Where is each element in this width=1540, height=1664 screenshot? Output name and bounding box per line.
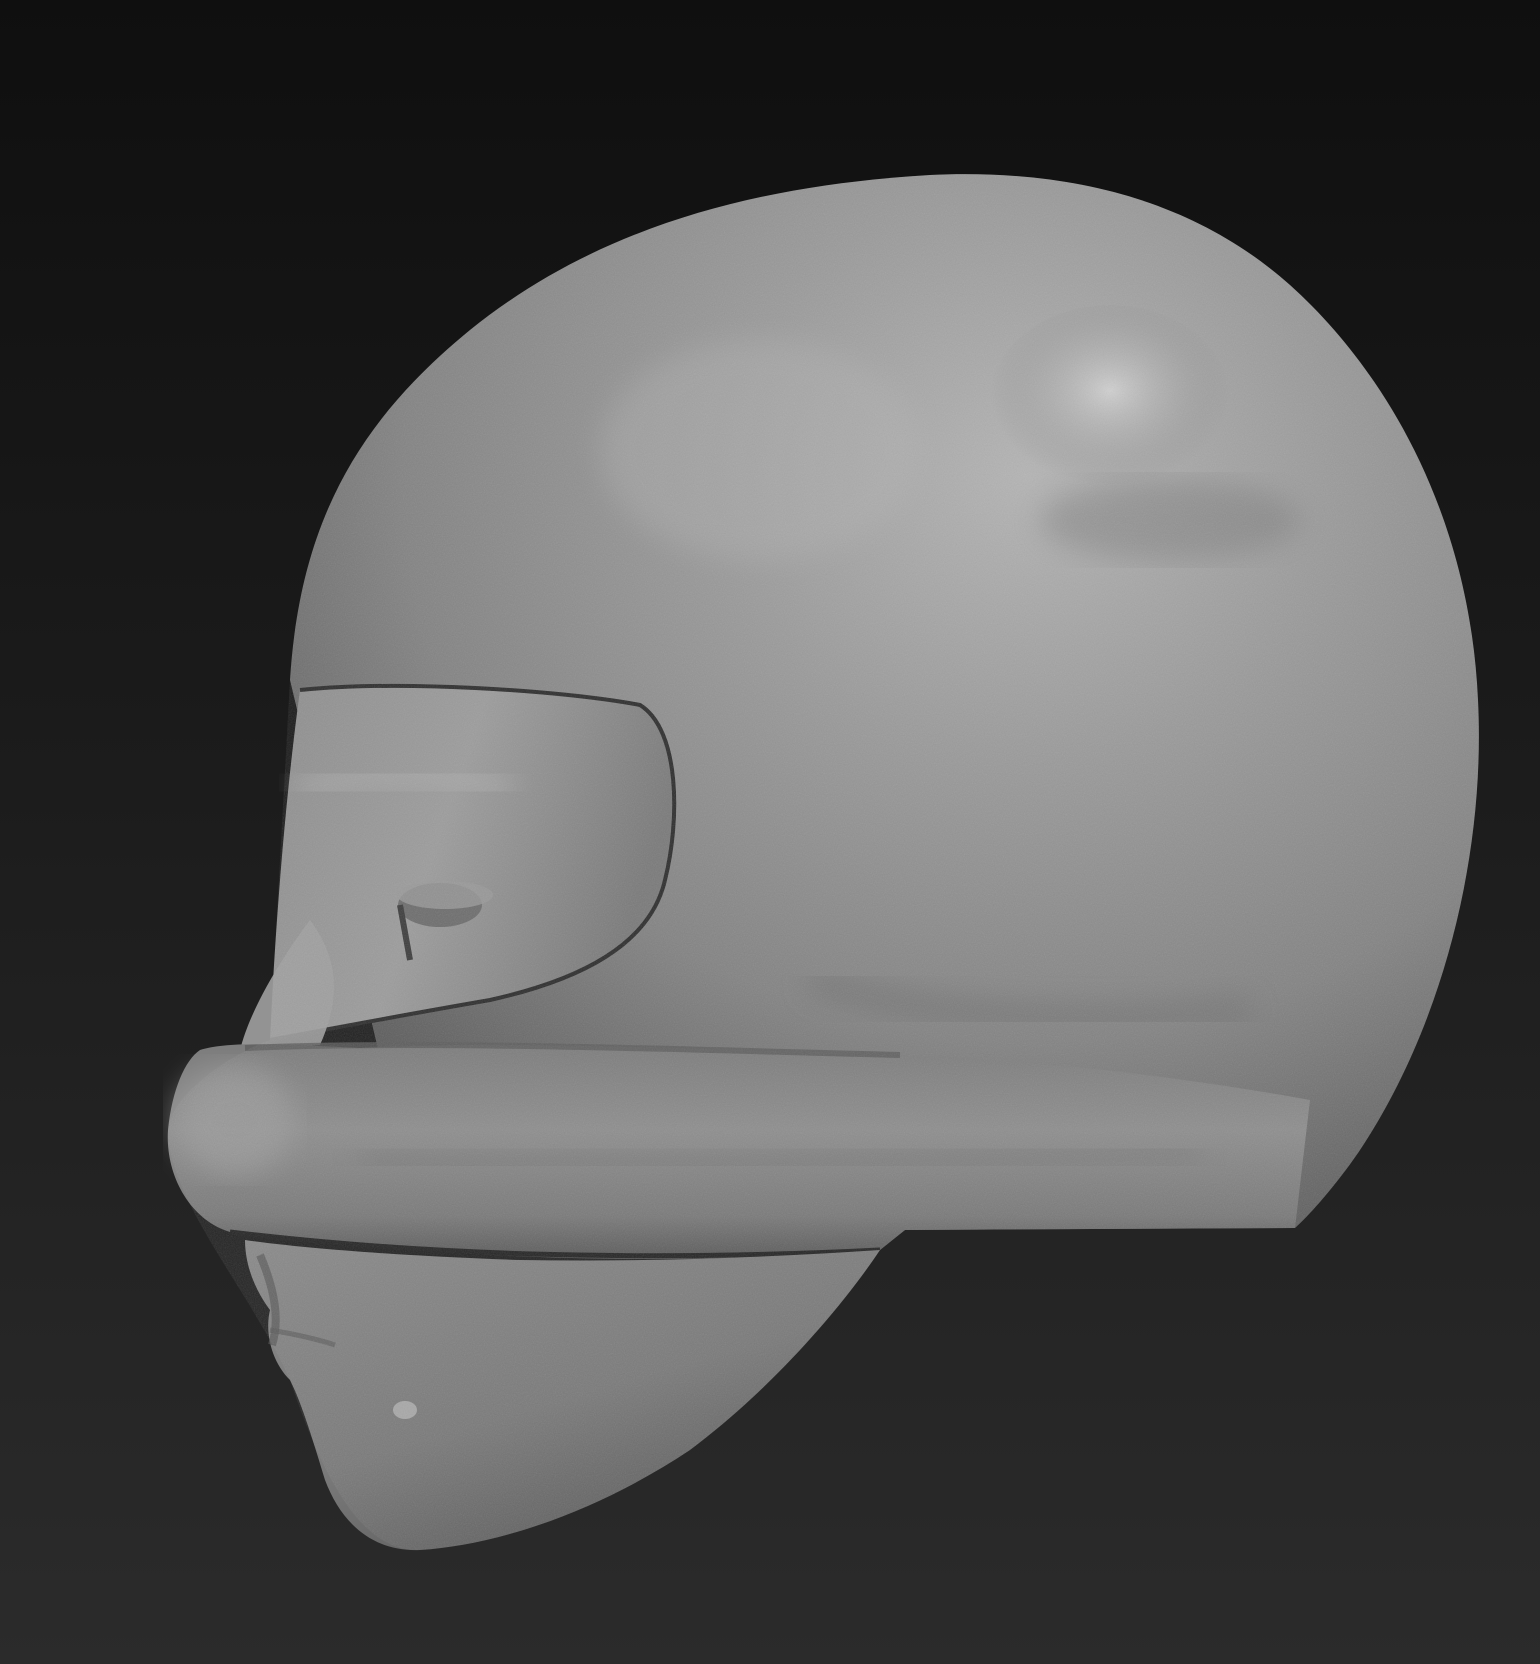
viewport-canvas[interactable] — [0, 0, 1540, 1664]
surface-grain — [168, 174, 1479, 1551]
sculpted-head-model — [167, 174, 1479, 1551]
